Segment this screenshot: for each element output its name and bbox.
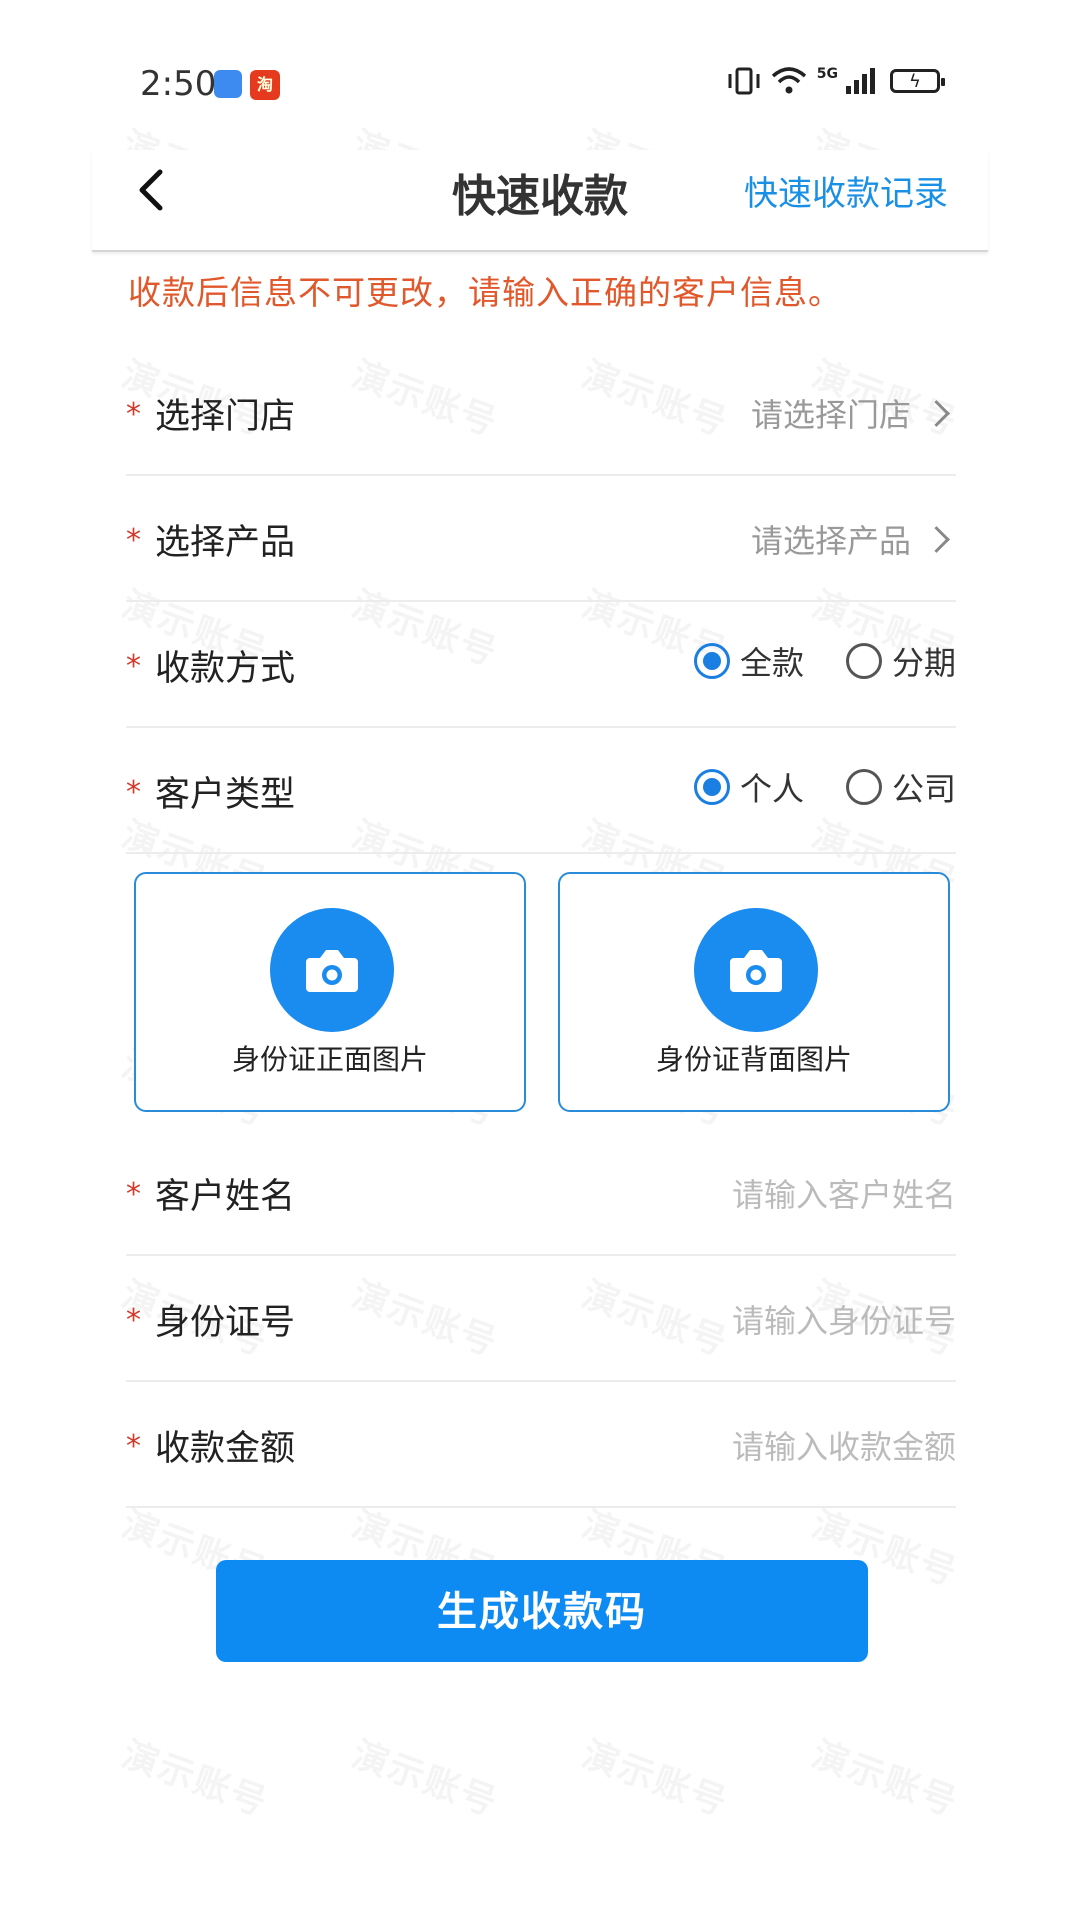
network-type-label: 5G xyxy=(816,66,838,82)
product-label: * 选择产品 xyxy=(126,523,296,563)
chevron-right-icon xyxy=(923,399,950,427)
generate-payment-code-button[interactable]: 生成收款码 xyxy=(216,1560,868,1662)
payment-method-label: * 收款方式 xyxy=(126,649,296,689)
required-mark: * xyxy=(126,1303,141,1338)
customer-name-row: * 客户姓名 请输入客户姓名 xyxy=(126,1130,956,1256)
customer-type-row: * 客户类型 个人 公司 xyxy=(126,728,956,854)
customer-name-input[interactable]: 请输入客户姓名 xyxy=(732,1170,956,1216)
wifi-icon xyxy=(771,67,806,94)
radio-unchecked-icon xyxy=(845,769,882,805)
signal-icon xyxy=(842,68,880,94)
store-label: * 选择门店 xyxy=(126,397,296,437)
nav-header: 快速收款 快速收款记录 xyxy=(92,150,988,252)
product-select-row[interactable]: * 选择产品 请选择产品 xyxy=(126,476,956,602)
amount-row: * 收款金额 请输入收款金额 xyxy=(126,1382,956,1508)
customer-name-label: * 客户姓名 xyxy=(126,1177,296,1217)
id-number-label: * 身份证号 xyxy=(126,1303,296,1343)
product-select[interactable]: 请选择产品 xyxy=(751,516,950,562)
charging-bolt-icon: ϟ xyxy=(909,71,921,92)
radio-full-payment[interactable]: 全款 xyxy=(693,638,804,684)
radio-unchecked-icon xyxy=(845,643,882,679)
warning-notice: 收款后信息不可更改，请输入正确的客户信息。 xyxy=(128,273,842,312)
required-mark: * xyxy=(126,1177,141,1212)
radio-installment[interactable]: 分期 xyxy=(845,638,956,684)
camera-icon xyxy=(270,908,394,1032)
radio-checked-icon xyxy=(693,643,730,679)
status-time: 2:50 xyxy=(140,64,217,104)
usb-icon xyxy=(214,70,242,98)
required-mark: * xyxy=(126,523,141,558)
store-select-row[interactable]: * 选择门店 请选择门店 xyxy=(126,350,956,476)
required-mark: * xyxy=(126,397,141,432)
required-mark: * xyxy=(126,775,141,810)
chevron-right-icon xyxy=(923,525,950,553)
status-indicators: 5G ϟ xyxy=(727,66,945,96)
id-photo-upload-area: 身份证正面图片 身份证背面图片 xyxy=(126,854,956,1130)
store-select[interactable]: 请选择门店 xyxy=(751,390,950,436)
amount-label: * 收款金额 xyxy=(126,1429,296,1469)
watermark-text: 演示账号 xyxy=(116,1726,277,1827)
watermark-text: 演示账号 xyxy=(576,1726,737,1827)
camera-icon xyxy=(694,908,818,1032)
radio-individual[interactable]: 个人 xyxy=(693,764,804,810)
customer-type-label: * 客户类型 xyxy=(126,775,296,815)
payment-method-row: * 收款方式 全款 分期 xyxy=(126,602,956,728)
battery-icon: ϟ xyxy=(890,69,945,93)
watermark-text: 演示账号 xyxy=(806,1726,967,1827)
id-number-input[interactable]: 请输入身份证号 xyxy=(732,1296,956,1342)
id-back-upload[interactable]: 身份证背面图片 xyxy=(558,872,950,1112)
required-mark: * xyxy=(126,649,141,684)
quick-payment-form: * 选择门店 请选择门店 * 选择产品 请选择产品 * 收款方式 全款 分期 * 客户类… xyxy=(126,350,956,1508)
amount-input[interactable]: 请输入收款金额 xyxy=(732,1422,956,1468)
required-mark: * xyxy=(126,1429,141,1464)
id-number-row: * 身份证号 请输入身份证号 xyxy=(126,1256,956,1382)
watermark-text: 演示账号 xyxy=(346,1726,507,1827)
customer-type-radio-group: 个人 公司 xyxy=(652,764,956,810)
status-bar: 2:50 淘 5G ϟ xyxy=(0,0,1080,150)
payment-method-radio-group: 全款 分期 xyxy=(652,638,956,684)
radio-checked-icon xyxy=(693,769,730,805)
payment-records-link[interactable]: 快速收款记录 xyxy=(744,166,948,215)
id-front-upload[interactable]: 身份证正面图片 xyxy=(134,872,526,1112)
id-back-label: 身份证背面图片 xyxy=(655,1043,852,1076)
vibrate-icon xyxy=(728,67,760,95)
id-front-label: 身份证正面图片 xyxy=(231,1043,428,1076)
taobao-app-icon: 淘 xyxy=(250,70,280,100)
radio-company[interactable]: 公司 xyxy=(845,764,956,810)
